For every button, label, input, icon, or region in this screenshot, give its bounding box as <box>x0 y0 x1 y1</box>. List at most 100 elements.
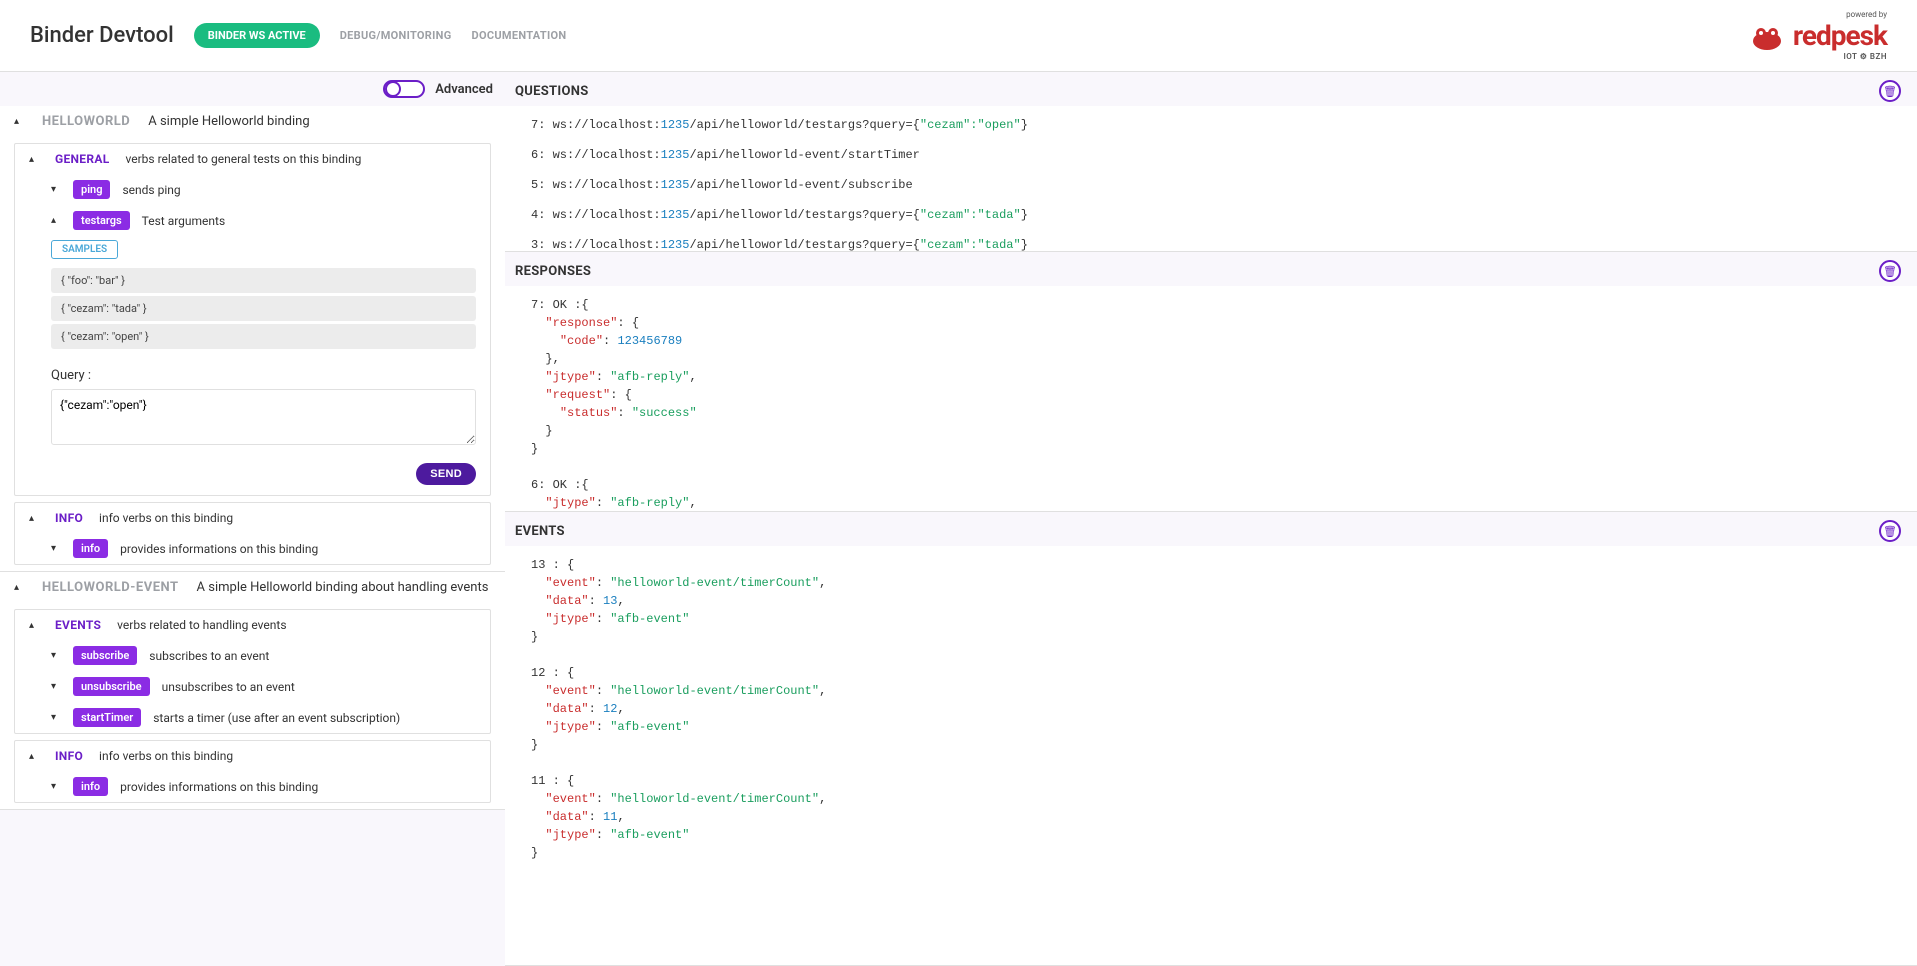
samples-label: SAMPLES <box>51 240 118 259</box>
verb-row[interactable]: ▾ info provides informations on this bindi… <box>15 771 490 802</box>
verb-description: unsubscribes to an event <box>162 680 295 694</box>
events-title: EVENTS <box>515 524 565 539</box>
verb-description: sends ping <box>122 183 180 197</box>
verb-badge: startTimer <box>73 708 141 727</box>
chevron-icon: ▾ <box>51 781 61 792</box>
send-row: SEND <box>15 459 490 495</box>
chevron-icon: ▾ <box>51 184 61 195</box>
verb-row[interactable]: ▾unsubscribeunsubscribes to an event <box>15 671 490 702</box>
responses-section: RESPONSES 🗑 7: OK :{ "response": { "code… <box>505 252 1917 512</box>
verb-badge: ping <box>73 180 110 199</box>
verb-badge: info <box>73 539 108 558</box>
trash-icon: 🗑 <box>1883 85 1897 98</box>
app-title: Binder Devtool <box>30 23 174 48</box>
api-description: A simple Helloworld binding about handli… <box>197 580 489 595</box>
events-header: EVENTS 🗑 <box>505 512 1917 546</box>
query-input[interactable]: {"cezam":"open"} <box>51 389 476 445</box>
clear-responses-button[interactable]: 🗑 <box>1879 260 1901 282</box>
group-description: verbs related to general tests on this b… <box>126 152 362 166</box>
responses-title: RESPONSES <box>515 264 591 279</box>
verb-description: starts a timer (use after an event subsc… <box>153 711 400 725</box>
group-name: INFO <box>55 749 83 763</box>
advanced-toggle[interactable] <box>383 80 425 98</box>
group-description: verbs related to handling events <box>117 618 286 632</box>
chevron-up-icon: ▴ <box>14 582 24 593</box>
verb-description: subscribes to an event <box>149 649 269 663</box>
query-block: Query : {"cezam":"open"} <box>15 362 490 459</box>
events-section: EVENTS 🗑 13 : { "event": "helloworld-eve… <box>505 512 1917 966</box>
group-header[interactable]: ▴ EVENTS verbs related to handling events <box>15 610 490 640</box>
group-name: EVENTS <box>55 618 101 632</box>
api-header[interactable]: ▴ HELLOWORLD-EVENT A simple Helloworld bin… <box>0 572 505 603</box>
query-label: Query : <box>51 368 476 383</box>
questions-section: QUESTIONS 🗑 7: ws://localhost:1235/api/h… <box>505 72 1917 252</box>
api-name: HELLOWORLD-EVENT <box>42 580 179 595</box>
group-block: ▴ GENERAL verbs related to general tests o… <box>14 143 491 496</box>
responses-log[interactable]: 7: OK :{ "response": { "code": 123456789… <box>505 286 1917 511</box>
chevron-up-icon: ▴ <box>29 154 39 165</box>
api-block: ▴ HELLOWORLD A simple Helloworld binding ▴ G… <box>0 106 505 572</box>
advanced-label: Advanced <box>435 82 493 97</box>
verb-description: provides informations on this binding <box>120 542 318 556</box>
verb-row[interactable]: ▴ testargs Test arguments <box>15 205 490 236</box>
chevron-icon: ▾ <box>51 650 61 661</box>
chevron-up-icon: ▴ <box>29 620 39 631</box>
api-name: HELLOWORLD <box>42 114 130 129</box>
right-panel: QUESTIONS 🗑 7: ws://localhost:1235/api/h… <box>505 72 1917 966</box>
chevron-up-icon: ▴ <box>29 513 39 524</box>
app-header: Binder Devtool BINDER WS ACTIVE DEBUG/MO… <box>0 0 1917 72</box>
ws-status-badge: BINDER WS ACTIVE <box>194 23 320 48</box>
chevron-icon: ▾ <box>51 543 61 554</box>
nav-debug[interactable]: DEBUG/MONITORING <box>340 29 452 42</box>
header-left: Binder Devtool BINDER WS ACTIVE DEBUG/MO… <box>30 23 566 48</box>
questions-log[interactable]: 7: ws://localhost:1235/api/helloworld/te… <box>505 106 1917 251</box>
clear-questions-button[interactable]: 🗑 <box>1879 80 1901 102</box>
verb-description: provides informations on this binding <box>120 780 318 794</box>
events-log[interactable]: 13 : { "event": "helloworld-event/timerC… <box>505 546 1917 965</box>
questions-title: QUESTIONS <box>515 84 589 99</box>
advanced-toggle-row: Advanced <box>0 72 505 106</box>
sample-item[interactable]: { "cezam": "open" } <box>51 324 476 349</box>
verb-row[interactable]: ▾ subscribe subscribes to an event <box>15 640 490 671</box>
group-description: info verbs on this binding <box>99 749 233 763</box>
nav-docs[interactable]: DOCUMENTATION <box>472 29 567 42</box>
logo-text: redpesk <box>1793 19 1887 52</box>
sample-item[interactable]: { "cezam": "tada" } <box>51 296 476 321</box>
questions-header: QUESTIONS 🗑 <box>505 72 1917 106</box>
api-block: ▴ HELLOWORLD-EVENT A simple Helloworld bin… <box>0 572 505 810</box>
verb-badge: unsubscribe <box>73 677 150 696</box>
group-block: ▴INFOinfo verbs on this binding▾infoprov… <box>14 740 491 803</box>
main-layout: Advanced ▴ HELLOWORLD A simple Helloworld … <box>0 72 1917 966</box>
group-description: info verbs on this binding <box>99 511 233 525</box>
group-block: ▴INFOinfo verbs on this binding ▾ info prov… <box>14 502 491 565</box>
chevron-icon: ▾ <box>51 712 61 723</box>
chevron-up-icon: ▴ <box>14 116 24 127</box>
trash-icon: 🗑 <box>1883 265 1897 278</box>
trash-icon: 🗑 <box>1883 525 1897 538</box>
send-button[interactable]: SEND <box>416 463 476 485</box>
samples-block: SAMPLES { "foo": "bar" } { "cezam": "tada"… <box>15 236 490 362</box>
group-header[interactable]: ▴INFOinfo verbs on this binding <box>15 741 490 771</box>
verb-badge: subscribe <box>73 646 137 665</box>
verb-row[interactable]: ▾ info provides informations on this bindi… <box>15 533 490 564</box>
logo-subtitle: IOT ⚙ BZH <box>1793 52 1887 61</box>
left-panel: Advanced ▴ HELLOWORLD A simple Helloworld … <box>0 72 505 966</box>
group-name: GENERAL <box>55 152 110 166</box>
chevron-icon: ▴ <box>51 215 61 226</box>
verb-description: Test arguments <box>142 214 226 228</box>
verb-row[interactable]: ▾ startTimer starts a timer (use after an … <box>15 702 490 733</box>
verb-badge: info <box>73 777 108 796</box>
sample-item[interactable]: { "foo": "bar" } <box>51 268 476 293</box>
redpesk-icon <box>1747 19 1787 53</box>
verb-row[interactable]: ▾ ping sends ping <box>15 174 490 205</box>
api-header[interactable]: ▴ HELLOWORLD A simple Helloworld binding <box>0 106 505 137</box>
group-header[interactable]: ▴INFOinfo verbs on this binding <box>15 503 490 533</box>
logo-powered: powered by <box>1793 10 1887 19</box>
responses-header: RESPONSES 🗑 <box>505 252 1917 286</box>
clear-events-button[interactable]: 🗑 <box>1879 520 1901 542</box>
api-description: A simple Helloworld binding <box>148 114 309 129</box>
group-header[interactable]: ▴ GENERAL verbs related to general tests o… <box>15 144 490 174</box>
group-block: ▴ EVENTS verbs related to handling events ▾… <box>14 609 491 734</box>
verb-badge: testargs <box>73 211 130 230</box>
brand-logo: powered by redpesk IOT ⚙ BZH <box>1747 10 1887 61</box>
